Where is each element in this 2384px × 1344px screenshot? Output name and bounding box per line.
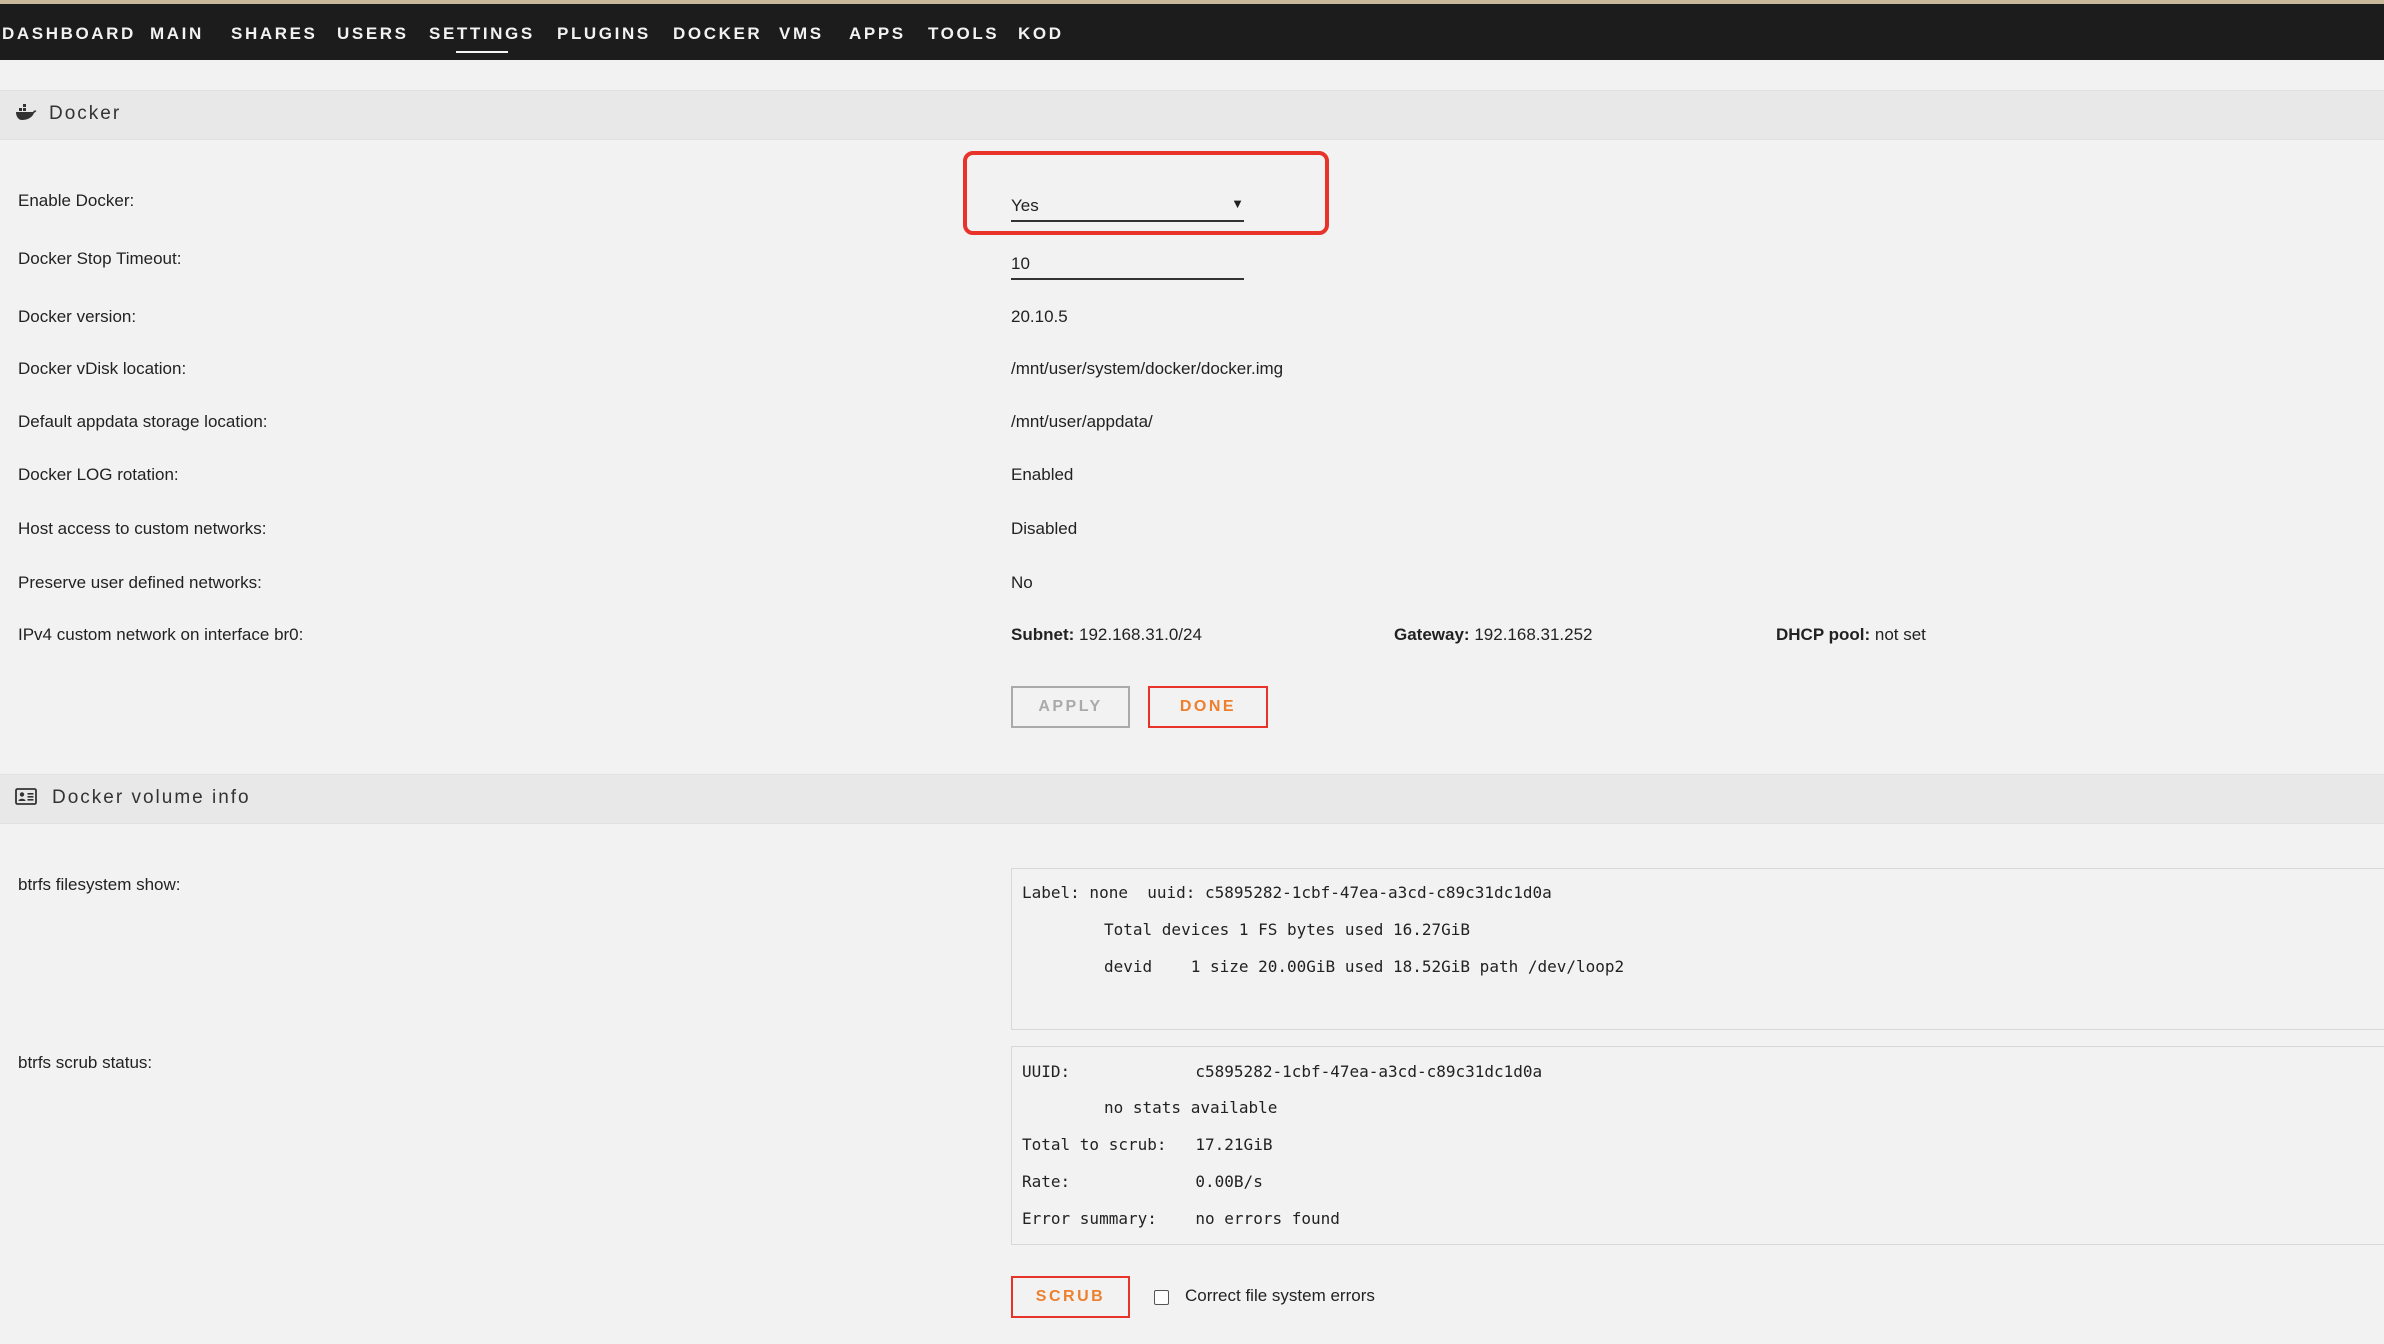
volume-section-header: Docker volume info: [0, 774, 2384, 824]
correct-errors-label[interactable]: Correct file system errors: [1185, 1286, 1375, 1306]
enable-docker-value: Yes: [1011, 196, 1039, 215]
scrub-status-label: btrfs scrub status:: [18, 1053, 153, 1072]
gateway-key: Gateway:: [1394, 625, 1470, 644]
subnet-info: Subnet: 192.168.31.0/24: [1011, 625, 1202, 645]
scrub-button[interactable]: SCRUB: [1011, 1276, 1130, 1318]
nav-tools[interactable]: TOOLS: [928, 20, 999, 48]
gateway-info: Gateway: 192.168.31.252: [1394, 625, 1593, 645]
done-button[interactable]: DONE: [1148, 686, 1268, 728]
dhcp-value: not set: [1874, 625, 1926, 644]
dhcp-key: DHCP pool:: [1776, 625, 1871, 644]
appdata-location-label: Default appdata storage location:: [18, 412, 268, 431]
nav-plugins[interactable]: PLUGINS: [557, 20, 651, 48]
apply-button[interactable]: APPLY: [1011, 686, 1130, 728]
fs-show-label: btrfs filesystem show:: [18, 875, 181, 894]
caret-down-icon: ▼: [1231, 196, 1244, 211]
scrub-status-output: UUID: c5895282-1cbf-47ea-a3cd-c89c31dc1d…: [1011, 1046, 2384, 1245]
docker-vdisk-label: Docker vDisk location:: [18, 359, 187, 378]
preserve-networks-label: Preserve user defined networks:: [18, 573, 262, 592]
volume-section-title: Docker volume info: [52, 787, 251, 808]
docker-stop-timeout-value: 10: [1011, 254, 1030, 273]
preserve-networks-value: No: [1011, 573, 1033, 592]
docker-version-label: Docker version:: [18, 307, 137, 326]
gateway-value: 192.168.31.252: [1474, 625, 1593, 644]
nav-apps[interactable]: APPS: [849, 20, 906, 48]
docker-section-title: Docker: [49, 103, 122, 124]
fs-show-line: Label: none uuid: c5895282-1cbf-47ea-a3c…: [1022, 883, 1552, 902]
id-card-icon: [15, 788, 37, 810]
nav-docker[interactable]: DOCKER: [673, 20, 762, 48]
main-nav: DASHBOARD MAIN SHARES USERS SETTINGS PLU…: [0, 4, 2384, 60]
enable-docker-label: Enable Docker:: [18, 191, 135, 210]
scrub-line: Total to scrub: 17.21GiB: [1022, 1135, 1273, 1154]
enable-docker-select[interactable]: Yes ▼: [1011, 188, 1244, 222]
fs-show-line: Total devices 1 FS bytes used 16.27GiB: [1104, 920, 1471, 939]
scrub-line: Error summary: no errors found: [1022, 1209, 1340, 1228]
subnet-key: Subnet:: [1011, 625, 1075, 644]
ipv4-network-label: IPv4 custom network on interface br0:: [18, 625, 304, 644]
nav-dashboard[interactable]: DASHBOARD: [2, 20, 136, 48]
log-rotation-value: Enabled: [1011, 465, 1074, 484]
appdata-location-value: /mnt/user/appdata/: [1011, 412, 1153, 431]
docker-section-header: Docker: [0, 90, 2384, 140]
correct-errors-checkbox[interactable]: [1154, 1290, 1169, 1305]
nav-shares[interactable]: SHARES: [231, 20, 317, 48]
scrub-line: UUID: c5895282-1cbf-47ea-a3cd-c89c31dc1d…: [1022, 1062, 1543, 1081]
docker-version-value: 20.10.5: [1011, 307, 1068, 326]
docker-vdisk-value: /mnt/user/system/docker/docker.img: [1011, 359, 1284, 378]
docker-stop-timeout-input[interactable]: 10: [1011, 246, 1244, 280]
docker-stop-timeout-label: Docker Stop Timeout:: [18, 249, 182, 268]
log-rotation-label: Docker LOG rotation:: [18, 465, 179, 484]
docker-whale-icon: [15, 104, 37, 127]
dhcp-info: DHCP pool: not set: [1776, 625, 1926, 645]
host-access-value: Disabled: [1011, 519, 1078, 538]
fs-show-output: Label: none uuid: c5895282-1cbf-47ea-a3c…: [1011, 868, 2384, 1030]
nav-main[interactable]: MAIN: [150, 20, 204, 48]
nav-kod[interactable]: KOD: [1018, 20, 1064, 48]
nav-vms[interactable]: VMS: [779, 20, 824, 48]
scrub-line: Rate: 0.00B/s: [1022, 1172, 1263, 1191]
host-access-label: Host access to custom networks:: [18, 519, 267, 538]
subnet-value: 192.168.31.0/24: [1079, 625, 1202, 644]
scrub-line: no stats available: [1104, 1098, 1278, 1117]
nav-settings[interactable]: SETTINGS: [429, 20, 535, 53]
nav-users[interactable]: USERS: [337, 20, 409, 48]
fs-show-line: devid 1 size 20.00GiB used 18.52GiB path…: [1104, 957, 1625, 976]
